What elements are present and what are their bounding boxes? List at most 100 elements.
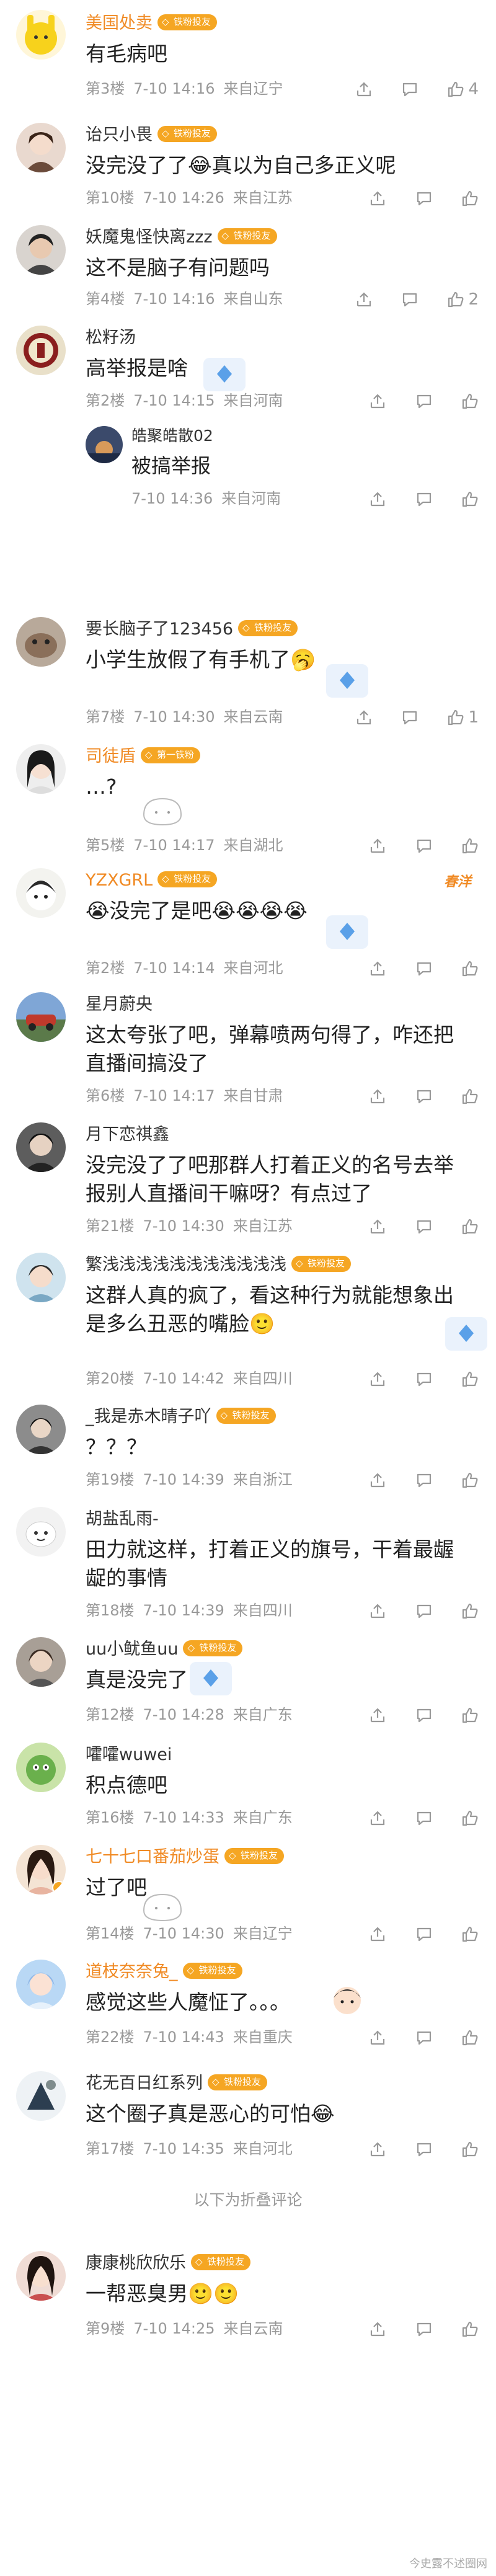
like-icon[interactable] xyxy=(447,81,464,98)
like-icon[interactable] xyxy=(461,837,479,855)
share-icon[interactable] xyxy=(355,291,373,308)
share-icon[interactable] xyxy=(369,1218,386,1235)
username[interactable]: _我是赤木晴子吖铁粉投友 xyxy=(86,1405,276,1429)
reply-icon[interactable] xyxy=(415,1088,433,1105)
like-icon[interactable] xyxy=(461,491,479,508)
username[interactable]: 美国处卖铁粉投友 xyxy=(86,11,218,36)
comment-time: 7-10 14:33 xyxy=(143,1809,224,1826)
like-icon[interactable] xyxy=(461,1810,479,1827)
reply-icon[interactable] xyxy=(415,837,433,855)
avatar[interactable] xyxy=(16,1743,66,1792)
reply-icon[interactable] xyxy=(415,2321,433,2338)
like-icon[interactable] xyxy=(461,1472,479,1489)
reply-icon[interactable] xyxy=(401,81,418,98)
share-icon[interactable] xyxy=(369,190,386,207)
share-icon[interactable] xyxy=(355,709,373,726)
avatar[interactable] xyxy=(16,2251,66,2301)
username[interactable]: 康康桃欣欣乐铁粉投友 xyxy=(86,2251,251,2276)
reply-icon[interactable] xyxy=(401,291,418,308)
comment-meta: 第16楼 7-10 14:33 来自广东 xyxy=(86,1807,301,1828)
reply-avatar[interactable] xyxy=(86,426,123,463)
username[interactable]: 星月蔚央 xyxy=(86,992,153,1017)
like-icon[interactable] xyxy=(461,1218,479,1235)
folded-comments-label[interactable]: 以下为折叠评论 xyxy=(0,2188,496,2213)
reply-icon[interactable] xyxy=(415,1925,433,1943)
username[interactable]: 月下恋祺鑫 xyxy=(86,1122,169,1147)
reply-icon[interactable] xyxy=(415,1602,433,1620)
avatar[interactable] xyxy=(16,326,66,375)
avatar[interactable] xyxy=(16,225,66,275)
like-icon[interactable] xyxy=(461,960,479,977)
username[interactable]: 诒只小畏铁粉投友 xyxy=(86,123,218,148)
reply-icon[interactable] xyxy=(415,491,433,508)
reply-icon[interactable] xyxy=(415,2029,433,2046)
share-icon[interactable] xyxy=(369,1088,386,1105)
reply-icon[interactable] xyxy=(415,1370,433,1388)
share-icon[interactable] xyxy=(369,393,386,410)
username[interactable]: 花无百日红系列铁粉投友 xyxy=(86,2071,268,2096)
avatar[interactable] xyxy=(16,1253,66,1302)
avatar[interactable] xyxy=(16,1405,66,1454)
fan-badge: 铁粉投友 xyxy=(208,2074,268,2090)
reply-icon[interactable] xyxy=(415,1810,433,1827)
reply-icon[interactable] xyxy=(415,1707,433,1724)
avatar[interactable] xyxy=(16,744,66,794)
share-icon[interactable] xyxy=(369,837,386,855)
reply-icon[interactable] xyxy=(415,2141,433,2158)
reply-icon[interactable] xyxy=(415,190,433,207)
reply-icon[interactable] xyxy=(415,393,433,410)
share-icon[interactable] xyxy=(369,491,386,508)
like-icon[interactable] xyxy=(461,1707,479,1724)
like-icon[interactable] xyxy=(461,2141,479,2158)
like-icon[interactable] xyxy=(461,1925,479,1943)
share-icon[interactable] xyxy=(369,1707,386,1724)
username[interactable]: 七十七口番茄炒蛋铁粉投友 xyxy=(86,1845,285,1870)
share-icon[interactable] xyxy=(369,1602,386,1620)
avatar[interactable] xyxy=(16,1960,66,2009)
username[interactable]: 司徒盾第一铁粉 xyxy=(86,744,201,769)
like-icon[interactable] xyxy=(447,291,464,308)
avatar[interactable] xyxy=(16,123,66,172)
share-icon[interactable] xyxy=(369,1810,386,1827)
avatar[interactable] xyxy=(16,1122,66,1172)
reply-icon[interactable] xyxy=(401,709,418,726)
avatar[interactable] xyxy=(16,2071,66,2121)
username[interactable]: YZXGRL铁粉投友 xyxy=(86,868,218,893)
reply-username[interactable]: 皓聚皓散02 xyxy=(131,425,213,447)
reply-icon[interactable] xyxy=(415,1472,433,1489)
reply-icon[interactable] xyxy=(415,1218,433,1235)
like-icon[interactable] xyxy=(447,709,464,726)
comment-location: 来自辽宁 xyxy=(232,1925,293,1942)
like-icon[interactable] xyxy=(461,190,479,207)
username[interactable]: 嚯嚯wuwei xyxy=(86,1743,172,1767)
like-icon[interactable] xyxy=(461,2321,479,2338)
share-icon[interactable] xyxy=(369,1472,386,1489)
avatar[interactable] xyxy=(16,868,66,918)
like-icon[interactable] xyxy=(461,393,479,410)
comment-location: 来自湖北 xyxy=(223,837,283,854)
username[interactable]: 妖魔鬼怪快离zzz铁粉投友 xyxy=(86,225,277,250)
username[interactable]: 松籽汤 xyxy=(86,326,136,350)
share-icon[interactable] xyxy=(369,2321,386,2338)
share-icon[interactable] xyxy=(369,2141,386,2158)
avatar[interactable] xyxy=(16,1637,66,1687)
username[interactable]: 要长脑子了123456铁粉投友 xyxy=(86,617,298,642)
share-icon[interactable] xyxy=(355,81,373,98)
avatar[interactable] xyxy=(16,1845,66,1894)
username[interactable]: 胡盐乱雨- xyxy=(86,1507,159,1532)
reply-icon[interactable] xyxy=(415,960,433,977)
avatar[interactable] xyxy=(16,10,66,60)
like-icon[interactable] xyxy=(461,1370,479,1388)
share-icon[interactable] xyxy=(369,1925,386,1943)
share-icon[interactable] xyxy=(369,960,386,977)
like-icon[interactable] xyxy=(461,1088,479,1105)
avatar[interactable] xyxy=(16,992,66,1042)
like-icon[interactable] xyxy=(461,1602,479,1620)
avatar[interactable] xyxy=(16,617,66,667)
like-icon[interactable] xyxy=(461,2029,479,2046)
username[interactable]: 繁浅浅浅浅浅浅浅浅浅浅浅铁粉投友 xyxy=(86,1253,352,1277)
share-icon[interactable] xyxy=(369,2029,386,2046)
username[interactable]: 道枝奈奈兔_铁粉投友 xyxy=(86,1960,242,1984)
share-icon[interactable] xyxy=(369,1370,386,1388)
avatar[interactable] xyxy=(16,1507,66,1557)
